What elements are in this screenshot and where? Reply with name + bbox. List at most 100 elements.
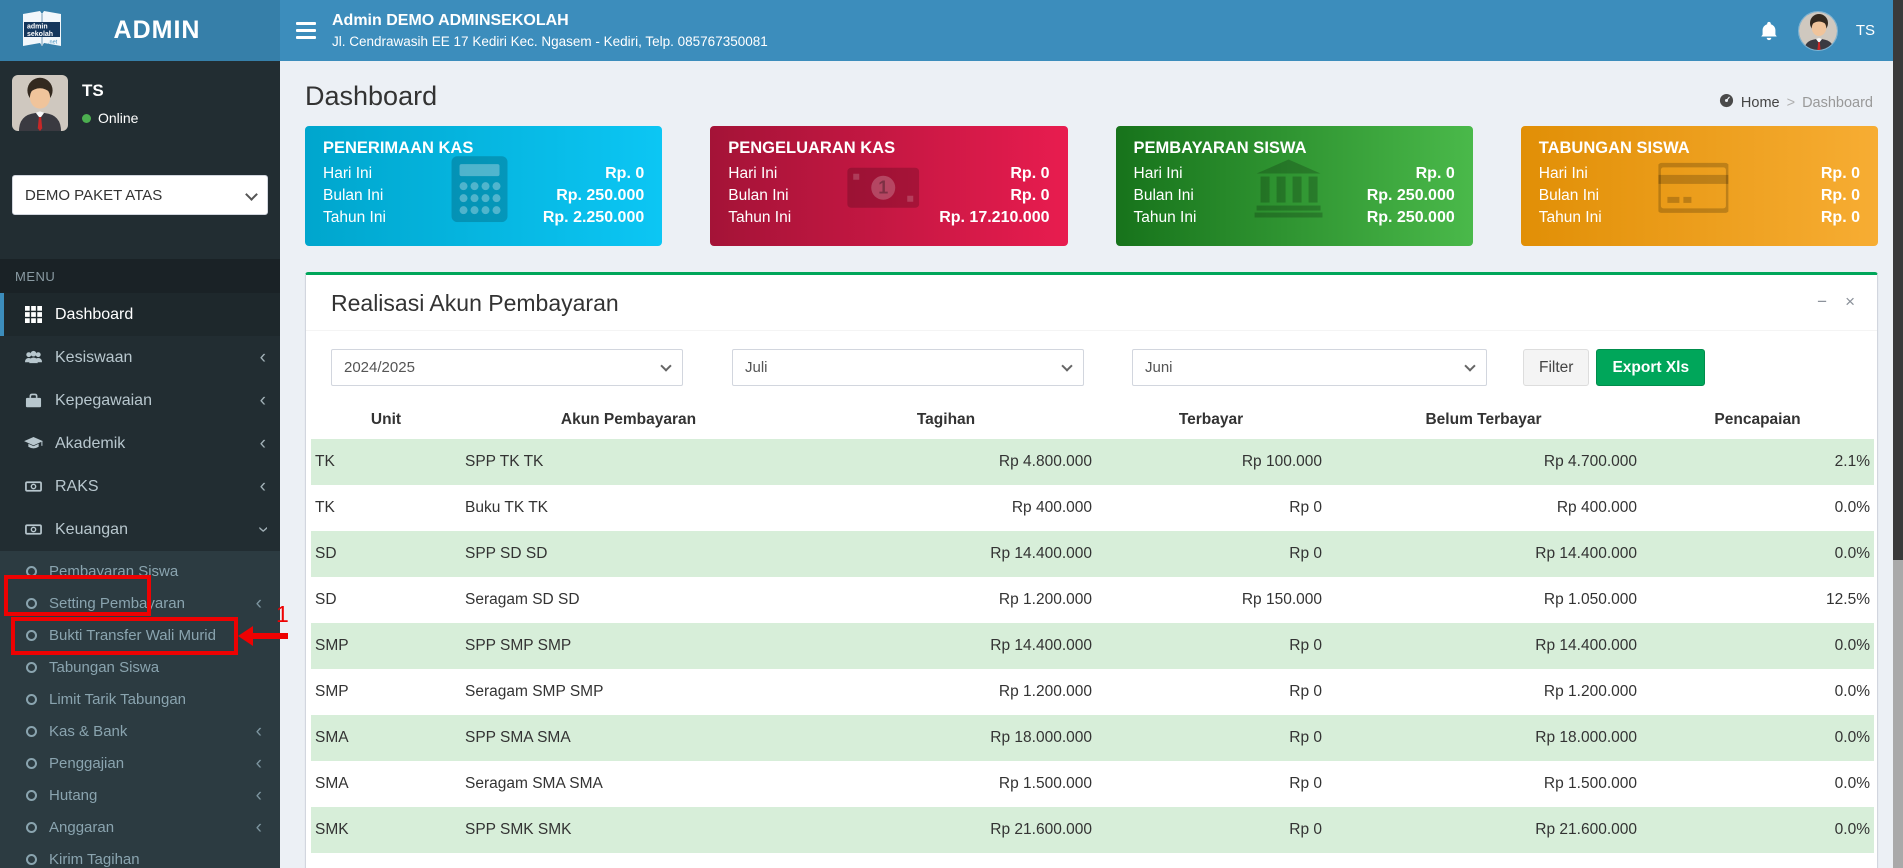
collapse-panel-icon[interactable]: − <box>1817 293 1827 310</box>
export-xls-button[interactable]: Export Xls <box>1596 349 1706 386</box>
year-select[interactable]: 2024/2025 <box>331 349 683 386</box>
sidebar-toggle-icon[interactable] <box>280 0 332 61</box>
sidebar-item-dashboard[interactable]: Dashboard <box>0 293 280 336</box>
info-box-pengeluaran-kas: PENGELUARAN KAS Hari Ini Rp. 0 Bulan Ini R… <box>710 126 1068 246</box>
cell-terbayar: Rp 0 <box>1289 499 1322 516</box>
school-name: Admin DEMO ADMINSEKOLAH <box>332 12 569 29</box>
sidebar-item-limit-tarik-tabungan[interactable]: Limit Tarik Tabungan <box>0 683 280 715</box>
chevron-left-icon: ‹ <box>255 816 262 838</box>
filter-row: 2024/2025 Juli Juni Filter Export Xls <box>306 331 1877 402</box>
annotation-arrow <box>252 633 288 639</box>
circle-icon <box>26 853 37 865</box>
close-panel-icon[interactable]: × <box>1845 293 1855 310</box>
svg-text:admin: admin <box>27 23 48 30</box>
navbar-username[interactable]: TS <box>1856 22 1875 39</box>
sidebar-item-kepegawaian[interactable]: Kepegawaian ‹ <box>0 379 280 422</box>
sidebar-item-akademik[interactable]: Akademik ‹ <box>0 422 280 465</box>
month-start-select[interactable]: Juli <box>732 349 1084 386</box>
menu-section-header: MENU <box>0 259 280 293</box>
scrollbar-thumb[interactable] <box>1893 0 1903 560</box>
table-header-row: Unit Akun Pembayaran Tagihan Terbayar Be… <box>311 402 1874 439</box>
cell-tagihan: Rp 1.500.000 <box>998 775 1092 792</box>
cell-terbayar: Rp 0 <box>1289 637 1322 654</box>
cell-tagihan: Rp 18.000.000 <box>990 729 1092 746</box>
cell-tagihan: Rp 1.800.000 <box>796 853 1096 868</box>
info-label: Bulan Ini <box>1133 187 1194 204</box>
logo-area[interactable]: admin sekolah .net ADMIN <box>0 0 280 61</box>
info-value: Rp. 0 <box>1820 187 1860 204</box>
sidebar-item-penggajian[interactable]: Penggajian ‹ <box>0 747 280 779</box>
cell-terbayar: Rp 0 <box>1289 545 1322 562</box>
submenu-item-label: Tabungan Siswa <box>49 658 160 676</box>
table-row: SMA Seragam SMA SMA Rp 1.500.000 Rp 0 Rp… <box>311 761 1874 807</box>
info-box-penerimaan-kas: PENERIMAAN KAS Hari Ini Rp. 0 Bulan Ini Rp… <box>305 126 663 246</box>
info-label: Tahun Ini <box>323 209 386 226</box>
chevron-left-icon: ‹ <box>255 592 262 614</box>
circle-icon <box>26 821 37 833</box>
cell-pencapaian: 2.1% <box>1834 453 1870 470</box>
cell-unit: SD <box>315 545 337 562</box>
package-select[interactable]: DEMO PAKET ATAS <box>12 175 268 215</box>
cell-terbayar: Rp 100.000 <box>1241 453 1322 470</box>
breadcrumb-home-link[interactable]: Home <box>1741 95 1780 111</box>
page-scrollbar[interactable] <box>1893 0 1903 868</box>
submenu-item-label: Kirim Tagihan <box>49 850 140 868</box>
sidebar-item-label: Dashboard <box>55 305 134 323</box>
cell-unit: SMP <box>315 637 349 654</box>
cell-akun-pembayaran: SPP SMA SMA <box>465 729 571 746</box>
sidebar-item-kesiswaan[interactable]: Kesiswaan ‹ <box>0 336 280 379</box>
cell-terbayar: Rp 0 <box>1289 683 1322 700</box>
svg-text:sekolah: sekolah <box>27 31 53 38</box>
sidebar-item-kirim-tagihan[interactable]: Kirim Tagihan <box>0 843 280 868</box>
chevron-left-icon: ‹ <box>259 347 266 368</box>
online-status-label: Online <box>98 110 139 126</box>
sidebar-item-tabungan-siswa[interactable]: Tabungan Siswa <box>0 651 280 683</box>
sidebar-item-label: Akademik <box>55 434 126 452</box>
adminsekolah-logo-icon: admin sekolah .net <box>20 8 64 54</box>
info-label: Tahun Ini <box>728 209 792 226</box>
chevron-down-icon: ‹ <box>252 526 274 533</box>
sidebar-item-hutang[interactable]: Hutang ‹ <box>0 779 280 811</box>
info-label: Bulan Ini <box>323 187 384 204</box>
info-label: Hari Ini <box>1133 165 1183 182</box>
svg-text:.net: .net <box>48 39 58 45</box>
chevron-left-icon: ‹ <box>259 390 266 411</box>
cell-terbayar: Rp 0 <box>1289 729 1322 746</box>
table-row: SMA SPP SMA SMA Rp 18.000.000 Rp 0 Rp 18… <box>311 715 1874 761</box>
info-value: Rp. 250.000 <box>1366 209 1455 226</box>
brand-title: ADMIN <box>113 16 201 44</box>
cell-akun-pembayaran: Seragam SD SD <box>465 591 580 608</box>
sidebar-item-kas-bank[interactable]: Kas & Bank ‹ <box>0 715 280 747</box>
cell-tagihan: Rp 4.800.000 <box>998 453 1092 470</box>
user-status[interactable]: Online <box>82 110 138 126</box>
cell-akun-pembayaran: SPP SMK SMK <box>465 821 572 838</box>
cell-terbayar: Rp 0 <box>1289 775 1322 792</box>
panel-title: Realisasi Akun Pembayaran <box>331 290 619 316</box>
cell-unit: SMA <box>315 775 349 792</box>
cell-tagihan: Rp 14.400.000 <box>990 637 1092 654</box>
table-row: SD Seragam SD SD Rp 1.200.000 Rp 150.000… <box>311 577 1874 623</box>
sidebar-item-label: Kepegawaian <box>55 391 152 409</box>
cell-belum-terbayar: Rp 1.500.000 <box>1543 775 1637 792</box>
cell-unit: TK <box>315 499 335 516</box>
filter-button[interactable]: Filter <box>1523 349 1590 386</box>
info-value: Rp. 250.000 <box>556 187 645 204</box>
info-value: Rp. 0 <box>1010 187 1050 204</box>
cell-tagihan: Rp 1.200.000 <box>998 591 1092 608</box>
month-end-select[interactable]: Juni <box>1132 349 1487 386</box>
users-icon <box>22 349 44 366</box>
notifications-bell-icon[interactable] <box>1758 20 1780 42</box>
sidebar-item-raks[interactable]: RAKS ‹ <box>0 465 280 508</box>
circle-icon <box>26 757 37 769</box>
info-value: Rp. 0 <box>1415 165 1455 182</box>
user-avatar[interactable] <box>1797 10 1838 51</box>
chevron-left-icon: ‹ <box>255 720 262 742</box>
cell-belum-terbayar: Rp 21.600.000 <box>1535 821 1637 838</box>
cell-terbayar: Rp 150.000 <box>1241 591 1322 608</box>
sidebar-item-keuangan[interactable]: Keuangan ‹ <box>0 508 280 551</box>
school-address: Jl. Cendrawasih EE 17 Kediri Kec. Ngasem… <box>332 34 768 49</box>
column-header-pencapaian: Pencapaian <box>1714 411 1801 428</box>
annotation-step-number: 1 <box>276 601 289 627</box>
cell-akun-pembayaran: SPP TK TK <box>465 453 544 470</box>
sidebar-item-anggaran[interactable]: Anggaran ‹ <box>0 811 280 843</box>
